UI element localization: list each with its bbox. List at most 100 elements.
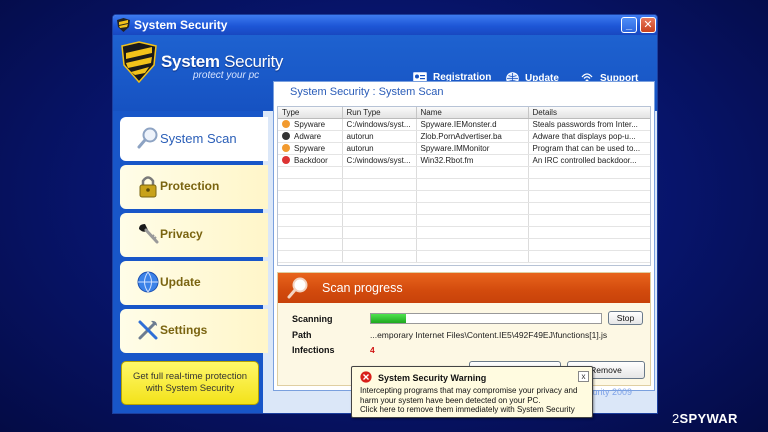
scanning-label: Scanning [292, 314, 333, 324]
sidebar-item-label: Settings [160, 323, 208, 337]
table-header-row: Type Run Type Name Details [278, 107, 650, 119]
table-row[interactable] [278, 250, 650, 263]
sidebar-item-system-scan[interactable]: System Scan [120, 117, 268, 161]
cell-details [528, 190, 650, 203]
sidebar-item-protection[interactable]: Protection [120, 165, 268, 209]
threat-icon [282, 143, 290, 152]
table-row[interactable] [278, 166, 650, 179]
window-title: System Security [134, 18, 228, 32]
table-row[interactable] [278, 226, 650, 239]
magnifier-icon [137, 127, 158, 149]
cell-name [416, 214, 529, 227]
column-header-name[interactable]: Name [416, 107, 529, 119]
warning-popup[interactable]: System Security Warning x Intercepting p… [351, 366, 593, 418]
cell-name [416, 226, 529, 239]
cell-type: Spyware [278, 118, 343, 131]
cell-type [278, 214, 343, 227]
cell-run-type [342, 166, 417, 179]
cell-type [278, 238, 343, 251]
cell-name: Spyware.IEMonster.d [416, 118, 529, 131]
cell-name [416, 190, 529, 203]
cell-details: An IRC controlled backdoor... [528, 154, 650, 167]
threat-icon [282, 131, 290, 140]
cell-name [416, 238, 529, 251]
watermark: 2SPYWAR [672, 411, 738, 426]
scan-progress-fill [371, 314, 406, 323]
stop-button[interactable]: Stop [608, 311, 643, 325]
cell-run-type [342, 226, 417, 239]
popup-close-button[interactable]: x [578, 371, 589, 382]
cell-run-type: autorun [342, 142, 417, 155]
padlock-icon [139, 176, 157, 198]
table-row[interactable]: Spyware C:/windows/syst... Spyware.IEMonst… [278, 118, 650, 131]
cell-details [528, 166, 650, 179]
sidebar-item-settings[interactable]: Settings [120, 309, 268, 353]
table-row[interactable]: Backdoor C:/windows/syst... Win32.Rbot.fm A… [278, 154, 650, 167]
infections-label: Infections [292, 345, 335, 355]
cell-name [416, 250, 529, 263]
app-window: System Security _ ✕ System Security prot… [112, 14, 658, 414]
cell-name: Spyware.IMMonitor [416, 142, 529, 155]
table-row[interactable]: Adware autorun Zlob.PornAdvertiser.ba Adwar… [278, 130, 650, 143]
cell-name: Win32.Rbot.fm [416, 154, 529, 167]
popup-message[interactable]: Intercepting programs that may compromis… [360, 386, 590, 415]
get-protection-button[interactable]: Get full real-time protection with Syste… [121, 361, 259, 405]
cell-type: Backdoor [278, 154, 343, 167]
sidebar: System Scan Protection Privacy Update Se… [113, 111, 268, 413]
table-row[interactable] [278, 202, 650, 215]
brand-logo: System Security protect your pc [161, 52, 284, 81]
sidebar-item-label: Privacy [160, 227, 203, 241]
sidebar-item-label: System Scan [160, 131, 237, 146]
page-title: System Security : System Scan [290, 86, 444, 98]
cell-type [278, 250, 343, 263]
cell-type [278, 166, 343, 179]
threat-type: Backdoor [294, 155, 328, 165]
watermark-text: SPYWAR [679, 411, 738, 426]
sidebar-item-label: Update [160, 275, 201, 289]
shield-icon [117, 18, 130, 32]
cell-details [528, 226, 650, 239]
cell-run-type [342, 202, 417, 215]
cell-details [528, 250, 650, 263]
cell-name: Zlob.PornAdvertiser.ba [416, 130, 529, 143]
table-row[interactable] [278, 178, 650, 191]
cell-run-type [342, 238, 417, 251]
tools-icon [138, 320, 158, 340]
threat-type: Spyware [294, 143, 326, 153]
error-icon [360, 371, 372, 383]
cell-name [416, 166, 529, 179]
close-button[interactable]: ✕ [640, 17, 656, 33]
threat-table: Type Run Type Name Details Spyware C:/win… [277, 106, 651, 266]
promo-line-1: Get full real-time protection [132, 371, 248, 382]
cell-details [528, 214, 650, 227]
table-row[interactable] [278, 238, 650, 251]
watermark-prefix: 2 [672, 411, 680, 426]
logo-shield-icon [121, 41, 157, 83]
brand-name-rest: Security [224, 52, 284, 71]
cell-run-type: autorun [342, 130, 417, 143]
table-row[interactable]: Spyware autorun Spyware.IMMonitor Program t… [278, 142, 650, 155]
column-header-type[interactable]: Type [278, 107, 343, 119]
threat-icon [282, 155, 290, 164]
sidebar-item-privacy[interactable]: Privacy [120, 213, 268, 257]
cell-run-type: C:/windows/syst... [342, 118, 417, 131]
brand-name-bold: System [161, 52, 220, 71]
popup-line-1: Intercepting programs that may compromis… [360, 386, 578, 395]
column-header-run-type[interactable]: Run Type [342, 107, 417, 119]
promo-line-2: with System Security [145, 383, 235, 394]
title-bar[interactable]: System Security _ ✕ [113, 15, 657, 35]
cell-type [278, 202, 343, 215]
scan-panel: System Security : System Scan Type Run T… [273, 81, 655, 391]
minimize-button[interactable]: _ [621, 17, 637, 33]
cell-details [528, 238, 650, 251]
table-row[interactable] [278, 214, 650, 227]
popup-title: System Security Warning [378, 373, 487, 383]
infections-count: 4 [370, 345, 375, 355]
cell-run-type [342, 214, 417, 227]
cell-details [528, 202, 650, 215]
column-header-details[interactable]: Details [528, 107, 650, 119]
cell-type: Adware [278, 130, 343, 143]
sidebar-item-update[interactable]: Update [120, 261, 268, 305]
cell-details: Steals passwords from Inter... [528, 118, 650, 131]
table-row[interactable] [278, 190, 650, 203]
